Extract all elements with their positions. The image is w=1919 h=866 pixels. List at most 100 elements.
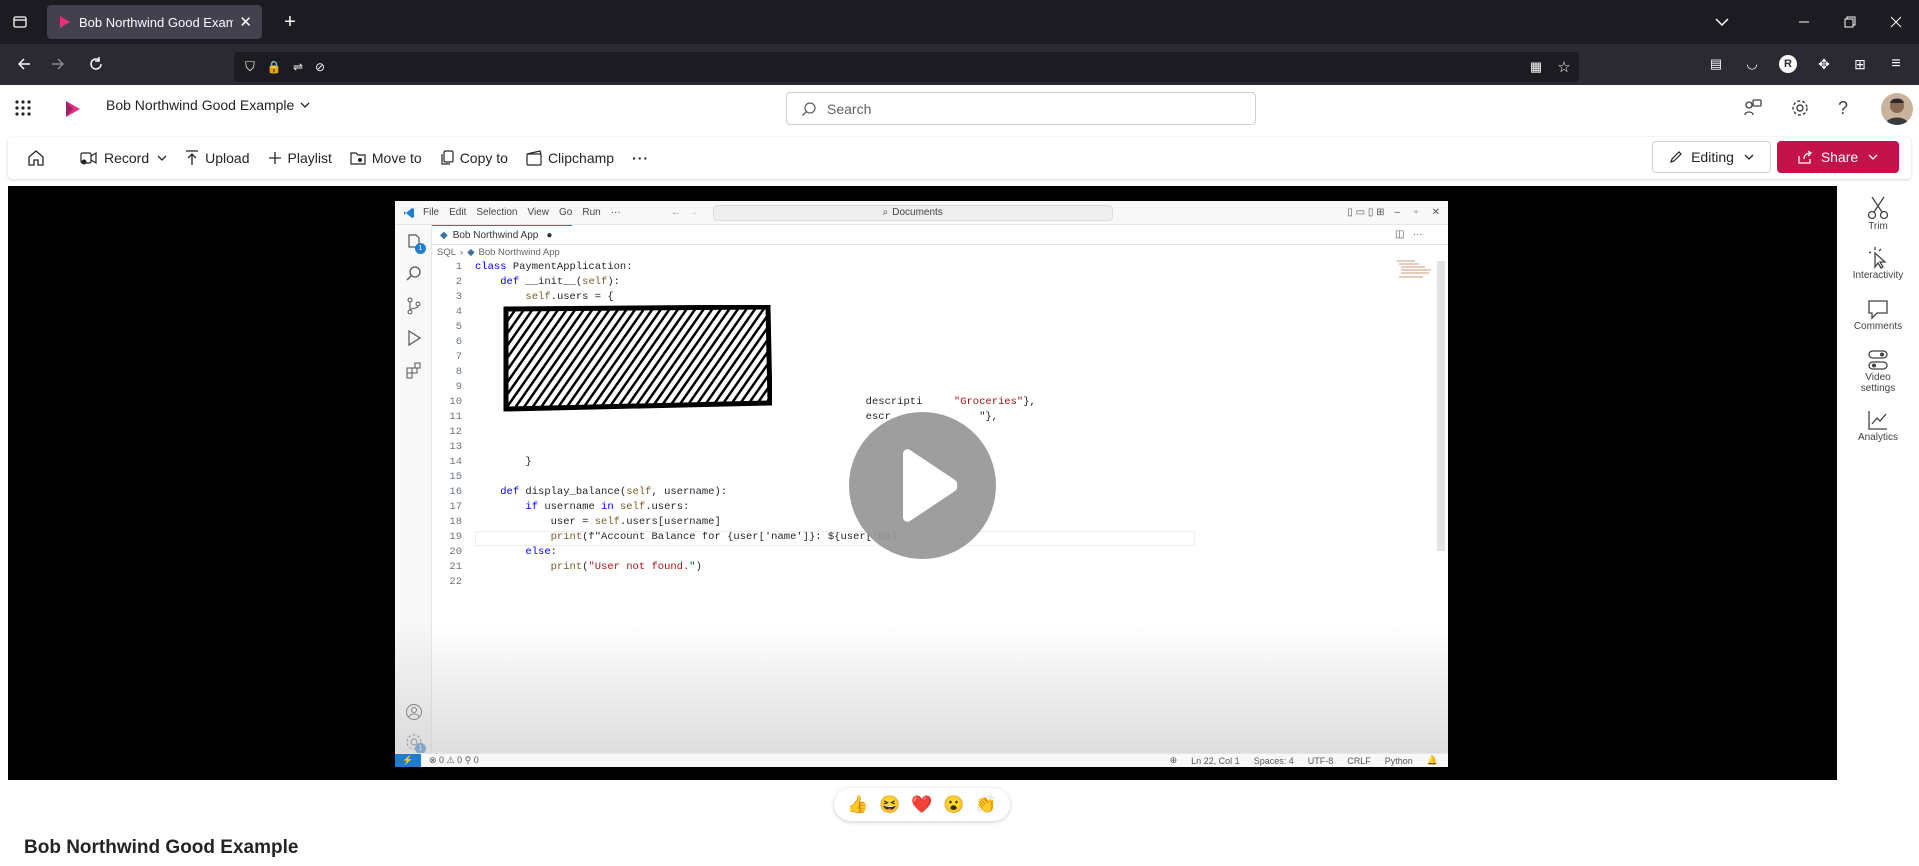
reload-icon[interactable]	[84, 52, 108, 76]
hamburger-menu-icon[interactable]: ≡	[1884, 52, 1908, 76]
reaction-surprised-icon[interactable]: 😮	[943, 795, 964, 815]
stream-favicon-icon	[60, 16, 70, 28]
line-number: 5	[455, 321, 462, 333]
app-launcher-waffle-icon[interactable]	[14, 99, 32, 122]
upload-label: Upload	[205, 150, 250, 166]
clipchamp-label: Clipchamp	[547, 150, 615, 166]
vscode-layout-icon: ▯ ▭ ▯ ⊞	[1347, 207, 1385, 218]
chevron-down-icon	[157, 155, 167, 161]
close-tab-icon[interactable]: ✕	[239, 13, 252, 31]
pocket-icon[interactable]: ◡	[1740, 52, 1764, 76]
settings-gear-icon[interactable]	[1790, 98, 1810, 123]
vscode-search-sidebar-icon	[406, 266, 421, 281]
line-number: 10	[449, 396, 462, 408]
chevron-down-icon	[1744, 154, 1754, 160]
vscode-minimize-icon: –	[1394, 207, 1401, 218]
play-button[interactable]	[849, 412, 996, 559]
problems-indicator: ⊗ 0 ⚠ 0 ⚲ 0	[429, 755, 479, 765]
reader-view-icon[interactable]: ▤	[1704, 52, 1728, 76]
python-file-icon: ◆	[440, 229, 448, 241]
pencil-icon	[1670, 151, 1682, 163]
vscode-forward-arrow-icon: →	[688, 207, 699, 218]
explorer-badge: 1	[415, 243, 426, 254]
upload-button[interactable]: Upload	[185, 137, 250, 179]
clipchamp-button[interactable]: Clipchamp	[526, 137, 614, 179]
user-avatar[interactable]	[1881, 93, 1913, 125]
video-settings-button[interactable]: Video settings	[1848, 348, 1908, 394]
unsaved-dot-icon: ●	[546, 229, 553, 241]
playlist-label: Playlist	[287, 150, 332, 166]
interactivity-button[interactable]: Interactivity	[1848, 246, 1908, 281]
app-title: Bob Northwind Good Example	[106, 97, 295, 113]
video-title: Bob Northwind Good Example	[24, 837, 299, 858]
vscode-logo-icon	[404, 207, 414, 218]
stream-logo-icon[interactable]	[62, 99, 82, 124]
run-debug-icon	[408, 329, 422, 347]
chevron-down-icon	[1868, 154, 1878, 160]
new-tab-button[interactable]: +	[278, 10, 302, 34]
vscode-menu-run: Run	[582, 207, 601, 218]
share-button[interactable]: Share	[1777, 141, 1899, 173]
record-button[interactable]: Record	[80, 137, 167, 179]
line-number: 19	[449, 531, 462, 543]
extensions-puzzle-icon[interactable]: ✥	[1812, 52, 1836, 76]
notifications-bell-icon: 🔔	[1426, 755, 1438, 765]
move-to-button[interactable]: Move to	[350, 137, 422, 179]
bookmark-star-icon[interactable]: ☆	[1552, 55, 1576, 79]
line-number: 20	[449, 546, 462, 558]
minimap	[1395, 259, 1435, 281]
tab-list-chevron-icon[interactable]	[1710, 10, 1734, 34]
shield-icon[interactable]: ⛉	[238, 55, 262, 79]
remote-indicator-icon: ⚡	[395, 753, 421, 767]
video-settings-label: Video settings	[1860, 372, 1896, 394]
close-window-icon[interactable]	[1884, 10, 1908, 34]
tab-title: Bob Northwind Good Example	[79, 14, 234, 30]
home-button[interactable]	[26, 137, 52, 179]
right-tool-rail: Trim Interactivity Comments Video settin…	[1848, 195, 1912, 443]
qr-code-icon[interactable]: ▦	[1524, 55, 1548, 79]
code-line: self.users = {	[525, 291, 614, 303]
more-options-button[interactable]: ···	[632, 137, 649, 179]
analytics-button[interactable]: Analytics	[1848, 408, 1908, 443]
reaction-heart-icon[interactable]: ❤️	[911, 795, 932, 815]
current-line-highlight	[475, 531, 1195, 546]
feedback-icon[interactable]	[1743, 98, 1763, 123]
vscode-search-icon: ⌕	[882, 207, 889, 218]
line-number: 7	[455, 351, 462, 363]
status-cursor-position: Ln 22, Col 1	[1191, 755, 1240, 766]
minimize-window-icon[interactable]	[1792, 10, 1816, 34]
scissors-icon	[1867, 196, 1889, 220]
tab-overview-icon[interactable]	[8, 10, 32, 34]
reaction-thumbs-up-icon[interactable]: 👍	[847, 795, 868, 815]
apps-grid-icon[interactable]: ⊞	[1848, 52, 1872, 76]
vscode-title-bar: File Edit Selection View Go Run ··· ← → …	[395, 201, 1448, 225]
line-number: 17	[449, 501, 462, 513]
reaction-laugh-icon[interactable]: 😆	[879, 795, 900, 815]
app-title-dropdown[interactable]: Bob Northwind Good Example	[106, 97, 310, 113]
search-box[interactable]: Search	[786, 92, 1256, 125]
permissions-icon[interactable]: ⇌	[286, 55, 310, 79]
copy-to-button[interactable]: Copy to	[440, 137, 508, 179]
comments-button[interactable]: Comments	[1848, 297, 1908, 332]
line-number: 3	[455, 291, 462, 303]
forward-arrow-icon[interactable]	[46, 52, 70, 76]
vscode-command-center-label: Documents	[892, 207, 943, 218]
playlist-button[interactable]: Playlist	[268, 137, 332, 179]
profile-r-icon[interactable]: R	[1776, 52, 1800, 76]
trim-button[interactable]: Trim	[1848, 195, 1908, 232]
help-icon[interactable]: ?	[1838, 98, 1848, 119]
restore-window-icon[interactable]	[1838, 10, 1862, 34]
reaction-clap-icon[interactable]: 👏	[975, 795, 996, 815]
back-arrow-icon[interactable]	[12, 52, 36, 76]
address-bar[interactable]: ⛉ 🔒 ⇌ ⊘ ▦ ☆	[234, 52, 1579, 82]
record-camera-icon	[80, 151, 97, 165]
redaction-scribble	[503, 305, 772, 412]
tracking-blocked-icon[interactable]: ⊘	[308, 55, 332, 79]
line-number: 12	[449, 426, 462, 438]
reactions-bar: 👍 😆 ❤️ 😮 👏	[834, 788, 1010, 821]
chevron-down-icon	[300, 102, 310, 108]
lock-icon[interactable]: 🔒	[262, 55, 286, 79]
browser-tab-active[interactable]: Bob Northwind Good Example ✕	[47, 5, 262, 39]
editing-mode-dropdown[interactable]: Editing	[1652, 141, 1771, 173]
